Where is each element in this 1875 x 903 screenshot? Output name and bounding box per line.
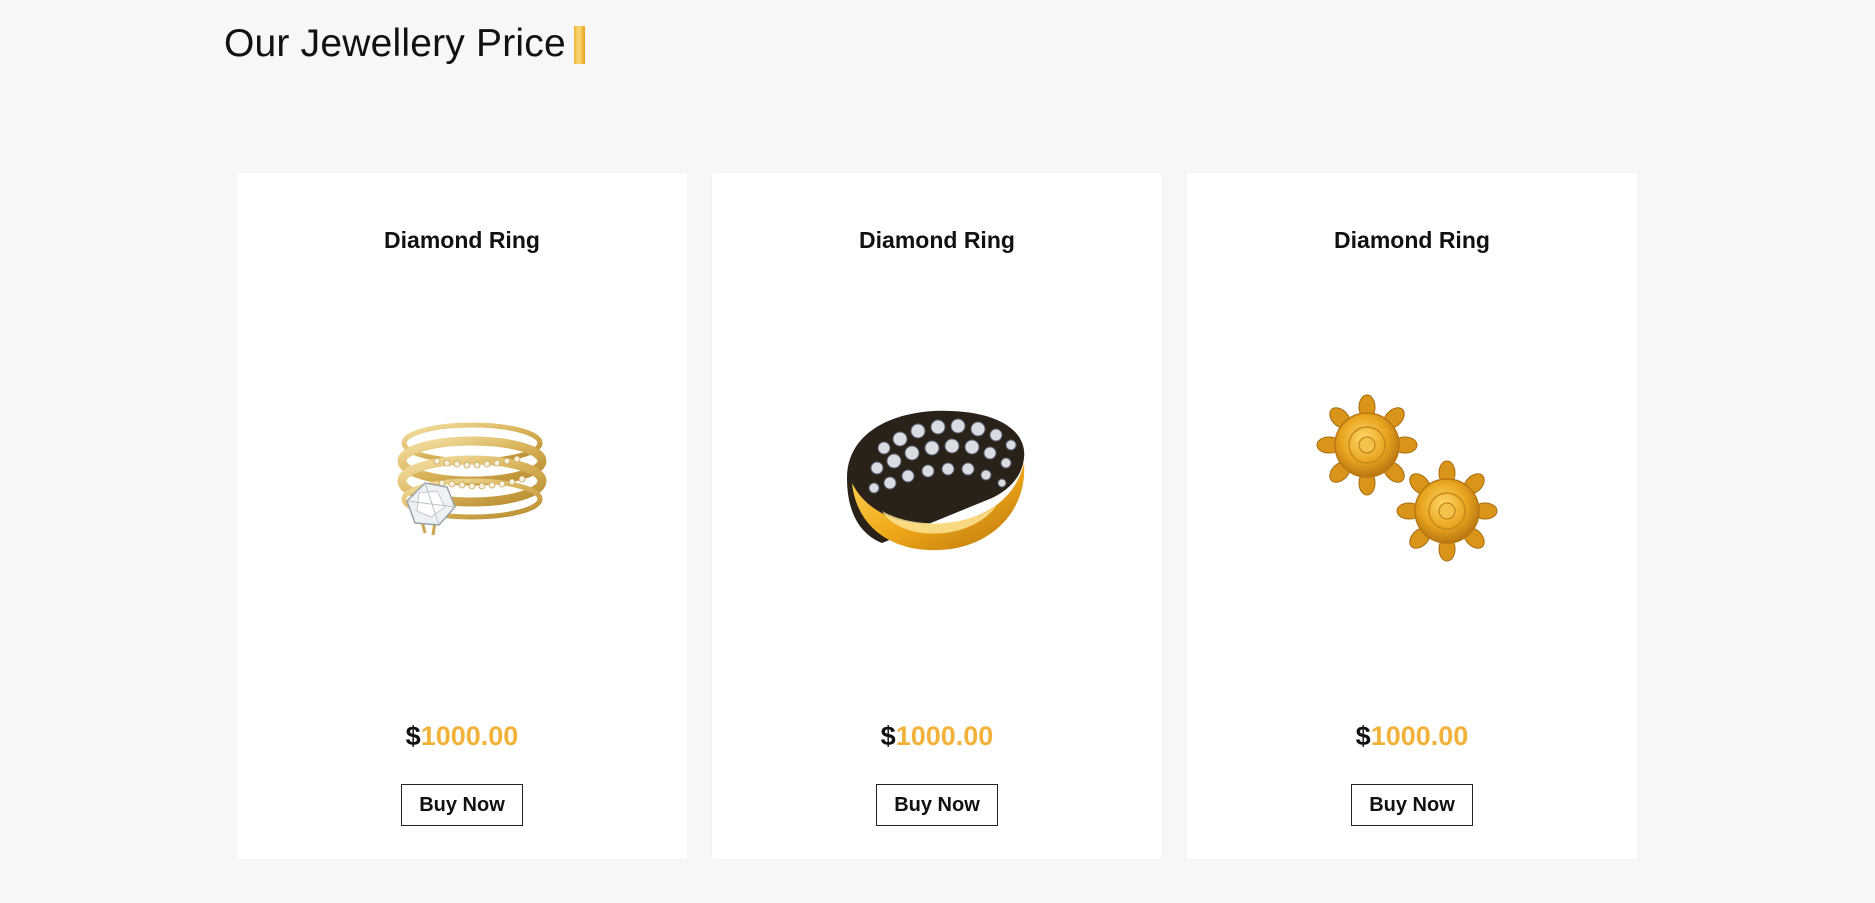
- gold-studded-diamond-band-image: [847, 410, 1025, 551]
- product-title: Diamond Ring: [1334, 227, 1490, 253]
- product-card: Diamond Ring $1000.00 Buy Now: [1187, 173, 1637, 859]
- price-currency: $: [880, 721, 896, 751]
- jewellery-price-section: Our Jewellery Price Diamond Ring $1000.0…: [0, 0, 1875, 903]
- product-title: Diamond Ring: [384, 227, 540, 253]
- product-card-list: Diamond Ring $1000.00 Buy Now Diamond Ri…: [237, 173, 1637, 859]
- buy-now-button[interactable]: Buy Now: [401, 784, 523, 826]
- section-heading: Our Jewellery Price: [224, 22, 585, 66]
- product-price: $1000.00: [712, 721, 1162, 752]
- price-amount: 1000.00: [895, 721, 994, 751]
- price-currency: $: [405, 721, 421, 751]
- section-title: Our Jewellery Price: [224, 22, 566, 65]
- buy-now-button[interactable]: Buy Now: [1351, 784, 1473, 826]
- gold-diamond-engagement-ring-image: [397, 422, 547, 536]
- price-amount: 1000.00: [1370, 721, 1469, 751]
- product-price: $1000.00: [1187, 721, 1637, 752]
- price-currency: $: [1355, 721, 1371, 751]
- buy-now-button[interactable]: Buy Now: [876, 784, 998, 826]
- product-card: Diamond Ring $1000.00 Buy Now: [712, 173, 1162, 859]
- product-card: Diamond Ring $1000.00 Buy Now: [237, 173, 687, 859]
- gold-flower-stud-earrings-image: [1316, 394, 1498, 562]
- price-amount: 1000.00: [420, 721, 519, 751]
- product-title: Diamond Ring: [859, 227, 1015, 253]
- product-price: $1000.00: [237, 721, 687, 752]
- heading-accent-bar: [573, 26, 585, 64]
